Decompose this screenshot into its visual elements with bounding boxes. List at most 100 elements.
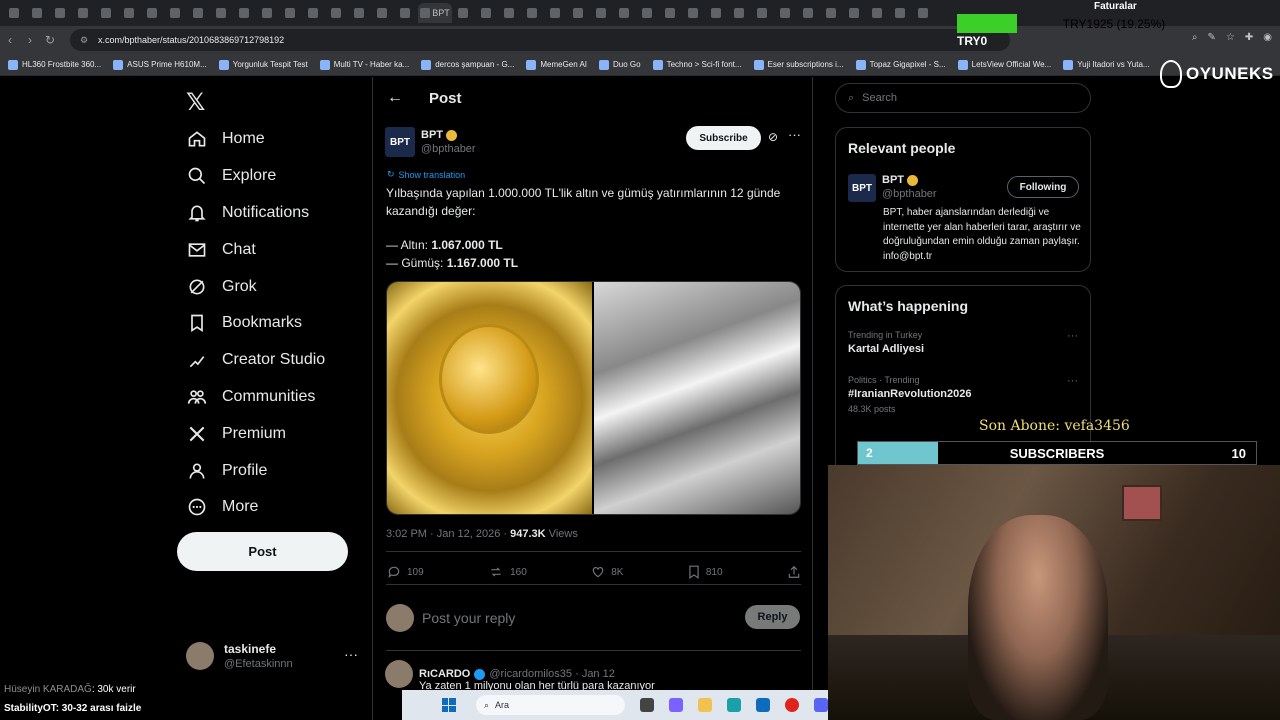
task-view-icon[interactable]: [640, 698, 655, 712]
browser-tab[interactable]: [729, 3, 751, 23]
browser-tab[interactable]: [660, 3, 682, 23]
browser-tab[interactable]: [522, 3, 544, 23]
more-dots-icon[interactable]: ···: [788, 127, 801, 142]
search-input[interactable]: ⌕ Search: [835, 83, 1091, 113]
tab-active[interactable]: BPT: [418, 3, 452, 23]
reply-author-name[interactable]: RıCARDO: [419, 668, 470, 680]
browser-tab[interactable]: [637, 3, 659, 23]
like-action[interactable]: 8K: [591, 565, 623, 579]
trend-item[interactable]: Trending in Turkey Kartal Adliyesi: [848, 330, 924, 355]
browser-tab[interactable]: [821, 3, 843, 23]
bookmark-item[interactable]: dercos şampuan - G...: [421, 59, 514, 70]
post-button[interactable]: Post: [177, 532, 348, 571]
browser-tab[interactable]: [591, 3, 613, 23]
browser-tab[interactable]: [211, 3, 233, 23]
gold-coin-image[interactable]: [387, 282, 592, 514]
account-switcher[interactable]: taskinefe @Efetaskinnn ···: [186, 640, 366, 672]
nav-item-communities[interactable]: Communities: [178, 379, 368, 416]
browser-tab[interactable]: [453, 3, 475, 23]
browser-tab[interactable]: [614, 3, 636, 23]
browser-tab[interactable]: [913, 3, 935, 23]
x-logo-icon[interactable]: 𝕏: [186, 88, 205, 117]
windows-start-icon[interactable]: [442, 698, 456, 712]
browser-tab[interactable]: [775, 3, 797, 23]
bookmark-item[interactable]: Eser subscriptions i...: [753, 59, 844, 70]
nav-item-notifications[interactable]: Notifications: [178, 195, 368, 232]
url-field[interactable]: ⚙ x.com/bpthaber/status/2010683869712798…: [70, 29, 1010, 51]
browser-tab[interactable]: [545, 3, 567, 23]
profile-icon[interactable]: ◉: [1263, 32, 1272, 43]
browser-tab[interactable]: [568, 3, 590, 23]
bookmark-action[interactable]: 810: [688, 565, 723, 579]
browser-tab[interactable]: [96, 3, 118, 23]
zoom-icon[interactable]: ⌕: [1192, 32, 1198, 43]
taskbar-search[interactable]: ⌕ Ara: [475, 695, 626, 715]
trend-item[interactable]: Politics · Trending #IranianRevolution20…: [848, 375, 972, 414]
extensions-icon[interactable]: ✚: [1245, 32, 1253, 43]
browser-tab[interactable]: [280, 3, 302, 23]
reply-composer[interactable]: Post your reply: [386, 601, 801, 635]
browser-tab[interactable]: [165, 3, 187, 23]
forward-arrow-icon[interactable]: ›: [20, 33, 40, 47]
browser-tab[interactable]: [867, 3, 889, 23]
browser-tab[interactable]: [395, 3, 417, 23]
more-dots-icon[interactable]: ···: [1067, 375, 1078, 387]
store-icon[interactable]: [756, 698, 771, 712]
site-info-icon[interactable]: ⚙: [80, 35, 90, 45]
bookmark-item[interactable]: Yuji Itadori vs Yuta...: [1063, 59, 1150, 70]
nav-item-profile[interactable]: Profile: [178, 452, 368, 489]
browser-tab[interactable]: [119, 3, 141, 23]
bpt-avatar[interactable]: BPT: [385, 127, 415, 157]
bookmark-star-icon[interactable]: ☆: [1226, 32, 1235, 43]
bookmark-item[interactable]: Topaz Gigapixel - S...: [855, 59, 946, 70]
following-button[interactable]: Following: [1007, 176, 1079, 198]
reply-tweet[interactable]: RıCARDO @ricardomilos35 · Jan 12 Ya zate…: [385, 660, 805, 692]
post-time[interactable]: 3:02 PM · Jan 12, 2026 ·: [386, 528, 510, 540]
copilot-icon[interactable]: [669, 698, 684, 712]
subscribe-button[interactable]: Subscribe: [686, 126, 761, 150]
browser-tab[interactable]: [303, 3, 325, 23]
browser-tab[interactable]: [706, 3, 728, 23]
bookmark-item[interactable]: Duo Go: [599, 59, 641, 70]
browser-tab[interactable]: [798, 3, 820, 23]
browser-tab[interactable]: [188, 3, 210, 23]
post-media[interactable]: [386, 281, 801, 515]
browser-tab[interactable]: [683, 3, 705, 23]
browser-tab[interactable]: [50, 3, 72, 23]
browser-tab[interactable]: [326, 3, 348, 23]
nav-item-grok[interactable]: Grok: [178, 268, 368, 305]
discord-icon[interactable]: [814, 698, 828, 712]
nav-item-home[interactable]: Home: [178, 121, 368, 158]
bookmark-item[interactable]: HL360 Frostbite 360...: [8, 59, 101, 70]
back-arrow-icon[interactable]: ←: [387, 89, 403, 107]
nav-item-chat[interactable]: Chat: [178, 231, 368, 268]
edge-icon[interactable]: [727, 698, 742, 712]
nav-item-creator-studio[interactable]: Creator Studio: [178, 342, 368, 379]
browser-tab[interactable]: [499, 3, 521, 23]
relevant-person[interactable]: BPT BPT @bpthaber: [848, 174, 937, 202]
post-author[interactable]: BPT BPT @bpthaber: [385, 127, 476, 157]
browser-tab[interactable]: [234, 3, 256, 23]
repost-action[interactable]: 160: [488, 565, 527, 579]
silver-bars-image[interactable]: [594, 282, 800, 514]
browser-tab[interactable]: [4, 3, 26, 23]
bpt-avatar[interactable]: BPT: [848, 174, 876, 202]
browser-tab[interactable]: [27, 3, 49, 23]
browser-tab[interactable]: [257, 3, 279, 23]
browser-tab[interactable]: [476, 3, 498, 23]
reply-action[interactable]: 109: [387, 565, 424, 579]
more-dots-icon[interactable]: ···: [1067, 330, 1078, 342]
reply-input[interactable]: Post your reply: [422, 610, 515, 626]
edit-icon[interactable]: ✎: [1208, 32, 1216, 43]
reload-icon[interactable]: ↻: [40, 33, 60, 47]
bookmark-item[interactable]: ASUS Prime H610M...: [113, 59, 207, 70]
browser-tab[interactable]: [73, 3, 95, 23]
reply-author-avatar[interactable]: [385, 660, 413, 688]
browser-tab[interactable]: [142, 3, 164, 23]
show-translation-link[interactable]: ↻ Show translation: [387, 169, 465, 180]
bookmark-item[interactable]: Yorgunluk Tespit Test: [218, 59, 308, 70]
nav-item-explore[interactable]: Explore: [178, 158, 368, 195]
bookmark-item[interactable]: Techno > Sci-fi font...: [652, 59, 742, 70]
reply-button[interactable]: Reply: [745, 605, 800, 629]
bookmark-item[interactable]: LetsView Official We...: [957, 59, 1051, 70]
